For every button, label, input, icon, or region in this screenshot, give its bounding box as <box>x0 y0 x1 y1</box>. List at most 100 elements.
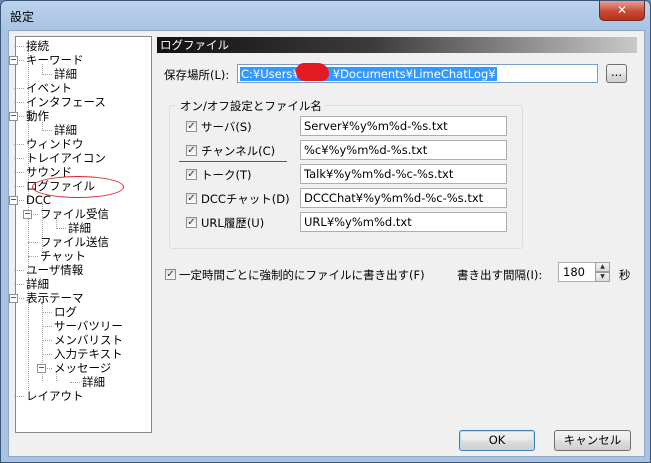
tree-connector <box>14 158 24 159</box>
tree-item[interactable]: 詳細 <box>42 67 77 81</box>
log-checkbox[interactable]: ✓ <box>186 121 197 132</box>
tree-item[interactable]: ユーザ情報 <box>14 263 83 277</box>
tree-connector <box>14 396 24 397</box>
tree-item-label: 詳細 <box>82 375 105 389</box>
tree-item[interactable]: − ファイル受信 <box>23 207 109 221</box>
log-checkbox[interactable]: ✓ <box>186 217 197 228</box>
tree-item-label: トレイアイコン <box>26 151 106 165</box>
filename-group-title: オン/オフ設定とファイル名 <box>177 98 325 114</box>
force-write-checkbox[interactable]: ✓ <box>165 269 176 280</box>
tree-item[interactable]: − メッセージ <box>37 361 112 375</box>
tree-item-label: ファイル受信 <box>40 207 109 221</box>
tree-item[interactable]: レイアウト <box>14 389 84 403</box>
log-filename-input[interactable]: Talk¥%y%m%d-%c-%s.txt <box>300 164 507 184</box>
tree-item-label: サーバツリー <box>54 319 123 333</box>
tree-item[interactable]: チャット <box>28 249 86 263</box>
log-checkbox[interactable]: ✓ <box>186 193 197 204</box>
tree-item[interactable]: 入力テキスト <box>42 347 123 361</box>
section-header: ログファイル <box>157 37 637 53</box>
tree-item[interactable]: トレイアイコン <box>14 151 106 165</box>
tree-item[interactable]: 詳細 <box>56 221 91 235</box>
save-path-suffix: ¥Documents¥LimeChatLog¥ <box>332 67 496 81</box>
settings-tree[interactable]: 接続 − キーワード 詳細 イベント インタフェース − 動作 詳細 ウィンドウ トレイアイコン サウ… <box>9 36 152 433</box>
tree-item[interactable]: 詳細 <box>14 277 49 291</box>
tree-connector <box>70 382 80 383</box>
log-filename-input[interactable]: DCCChat¥%y%m%d-%c-%s.txt <box>300 188 507 208</box>
browse-button[interactable]: ... <box>606 64 627 83</box>
tree-connector <box>14 270 24 271</box>
tree-item-label: 表示テーマ <box>26 291 84 305</box>
cancel-button[interactable]: キャンセル <box>554 430 631 451</box>
log-filename-input[interactable]: URL¥%y%m%d.txt <box>300 212 507 232</box>
tree-item-label: メンバリスト <box>54 333 123 347</box>
window-title: 設定 <box>10 10 35 24</box>
tree-item[interactable]: サーバツリー <box>42 319 123 333</box>
tree-item[interactable]: 詳細 <box>70 375 105 389</box>
title-bar: 設定 ✕ <box>1 1 650 31</box>
save-location-input[interactable]: C:¥Users¥ ¥Documents¥LimeChatLog¥ <box>237 63 598 83</box>
close-icon: ✕ <box>616 3 628 17</box>
tree-connector <box>42 74 52 75</box>
tree-connector <box>28 256 38 257</box>
log-checkbox-label: チャンネル(C) <box>201 144 276 158</box>
collapse-icon[interactable]: − <box>23 210 32 219</box>
tree-item[interactable]: 詳細 <box>42 123 77 137</box>
tree-item-label: 詳細 <box>54 67 77 81</box>
save-path-prefix: C:¥Users¥ <box>241 67 300 81</box>
tree-item[interactable]: イベント <box>14 81 72 95</box>
tree-item[interactable]: インタフェース <box>14 95 106 109</box>
tree-item-label: 接続 <box>26 39 49 53</box>
redaction-mark <box>296 63 329 81</box>
tree-connector <box>42 130 52 131</box>
close-button[interactable]: ✕ <box>599 1 645 21</box>
collapse-icon[interactable]: − <box>37 364 46 373</box>
tree-item[interactable]: − キーワード <box>9 53 84 67</box>
tree-item[interactable]: 接続 <box>14 39 49 53</box>
annotation-underline <box>179 161 287 162</box>
log-checkbox[interactable]: ✓ <box>186 145 197 156</box>
collapse-icon[interactable]: − <box>9 112 18 121</box>
tree-item-label: インタフェース <box>26 95 106 109</box>
interval-label: 書き出す間隔(I): <box>457 268 543 282</box>
log-checkbox-label: URL履歴(U) <box>201 216 265 230</box>
tree-connector <box>14 284 24 285</box>
tree-item[interactable]: − 表示テーマ <box>9 291 84 305</box>
log-checkbox[interactable]: ✓ <box>186 169 197 180</box>
collapse-icon[interactable]: − <box>9 294 18 303</box>
tree-connector <box>42 354 52 355</box>
tree-connector <box>14 102 24 103</box>
tree-item-label: ファイル送信 <box>40 235 109 249</box>
tree-item-label: 動作 <box>26 109 49 123</box>
spin-down-icon[interactable]: ▼ <box>595 272 610 282</box>
tree-connector <box>42 312 52 313</box>
save-path-selection: C:¥Users¥ ¥Documents¥LimeChatLog¥ <box>240 67 497 81</box>
tree-connector <box>28 242 38 243</box>
tree-item[interactable]: ウィンドウ <box>14 137 84 151</box>
tree-connector <box>14 88 24 89</box>
interval-spinner[interactable]: ▲ ▼ <box>595 262 610 282</box>
log-filename-input[interactable]: Server¥%y%m%d-%s.txt <box>300 116 507 136</box>
tree-connector <box>14 186 24 187</box>
tree-item-label: チャット <box>40 249 86 263</box>
tree-connector <box>14 172 24 173</box>
tree-item-label: ウィンドウ <box>26 137 84 151</box>
tree-item[interactable]: ファイル送信 <box>28 235 109 249</box>
collapse-icon[interactable]: − <box>9 56 18 65</box>
collapse-icon[interactable]: − <box>9 196 18 205</box>
log-filename-input[interactable]: %c¥%y%m%d-%s.txt <box>300 140 507 160</box>
tree-item-label: 詳細 <box>68 221 91 235</box>
ok-button[interactable]: OK <box>459 430 535 451</box>
interval-unit: 秒 <box>619 268 631 282</box>
force-write-label: 一定時間ごとに強制的にファイルに書き出す(F) <box>179 268 425 282</box>
spin-up-icon[interactable]: ▲ <box>595 262 610 272</box>
tree-connector <box>42 326 52 327</box>
tree-item-label: ログ <box>54 305 77 319</box>
tree-item[interactable]: メンバリスト <box>42 333 123 347</box>
tree-connector <box>42 340 52 341</box>
tree-item[interactable]: − 動作 <box>9 109 49 123</box>
tree-item[interactable]: ログ <box>42 305 77 319</box>
tree-item-label: 詳細 <box>26 277 49 291</box>
tree-item-label: レイアウト <box>26 389 84 403</box>
tree-item-label: メッセージ <box>54 361 112 375</box>
settings-window: 設定 ✕ 接続 − キーワード 詳細 イベント インタフェース − 動作 詳細 ウィンドウ トレイア… <box>0 0 651 463</box>
